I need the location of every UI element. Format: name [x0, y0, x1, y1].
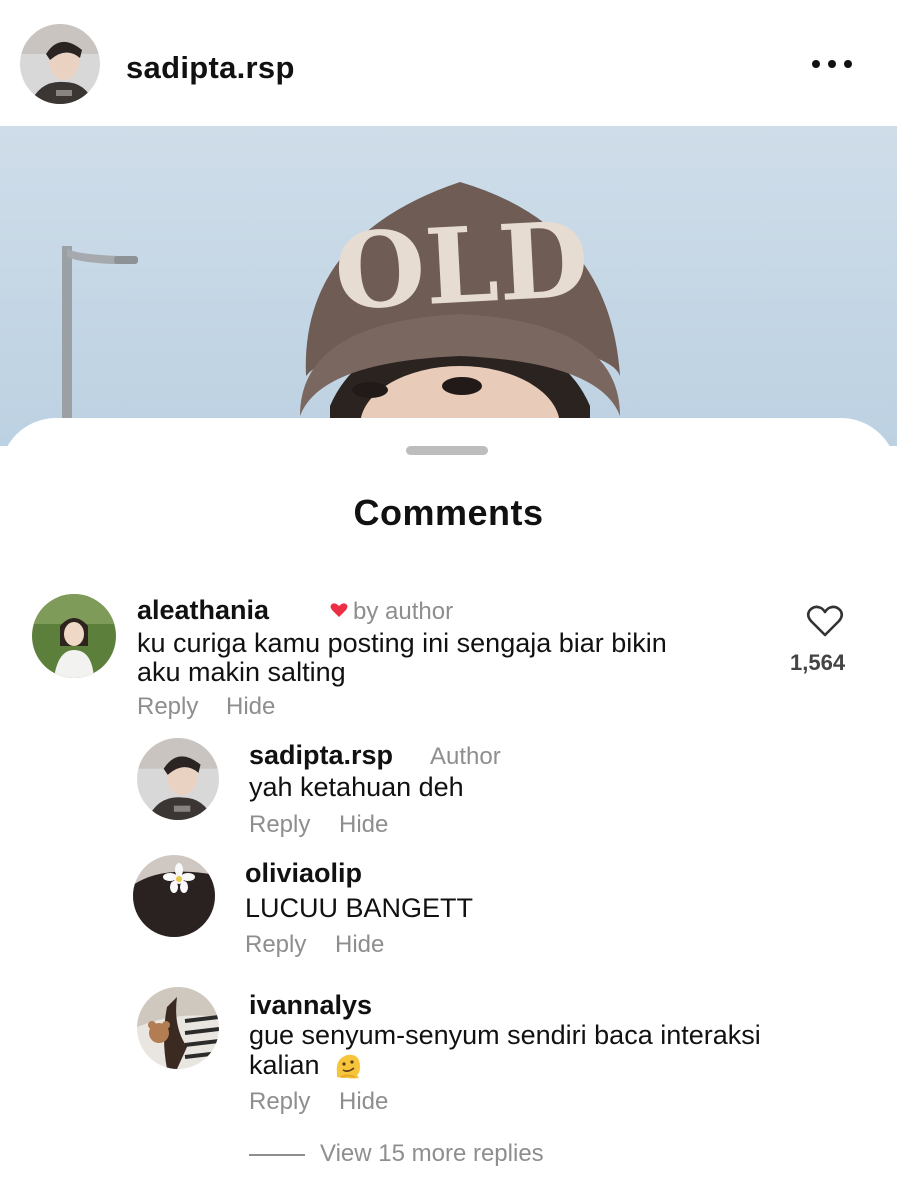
- hide-button[interactable]: Hide: [335, 931, 384, 959]
- comment-text-line-1: ku curiga kamu posting ini sengaja biar …: [137, 628, 667, 658]
- reply-avatar-author[interactable]: [137, 738, 219, 820]
- reply-username[interactable]: sadipta.rsp: [249, 740, 393, 771]
- reply-text-line-1: gue senyum-senyum sendiri baca interaksi: [249, 1020, 761, 1050]
- comment-text-line-2: aku makin salting: [137, 657, 346, 687]
- reply-button[interactable]: Reply: [249, 811, 310, 839]
- more-options-icon[interactable]: [808, 54, 856, 74]
- liked-by-author-label: by author: [353, 598, 454, 625]
- post-header: sadipta.rsp: [0, 0, 897, 126]
- like-count: 1,564: [790, 650, 846, 675]
- hide-button[interactable]: Hide: [339, 1088, 388, 1116]
- sheet-title: Comments: [353, 492, 544, 533]
- reply-avatar-ivannalys[interactable]: [137, 987, 219, 1069]
- reply-button[interactable]: Reply: [245, 931, 306, 959]
- reply-text: LUCUU BANGETT: [245, 893, 474, 923]
- reply-button[interactable]: Reply: [249, 1088, 310, 1116]
- post-photo: OLD: [0, 126, 897, 446]
- author-avatar[interactable]: [20, 24, 100, 104]
- reply-text: yah ketahuan deh: [249, 772, 464, 802]
- view-more-replies-button[interactable]: View 15 more replies: [320, 1140, 544, 1168]
- comment-username[interactable]: aleathania: [137, 595, 269, 626]
- reply-avatar-oliviaolip[interactable]: [133, 855, 215, 937]
- hide-button[interactable]: Hide: [339, 811, 388, 839]
- like-heart-icon[interactable]: [806, 604, 844, 638]
- heart-filled-icon: [330, 603, 348, 617]
- reply-text-line-2: kalian: [249, 1050, 320, 1080]
- commenter-avatar[interactable]: [32, 594, 116, 678]
- view-more-divider: [249, 1154, 305, 1156]
- reply-username[interactable]: oliviaolip: [245, 858, 362, 889]
- hide-button[interactable]: Hide: [226, 693, 275, 721]
- reply-button[interactable]: Reply: [137, 693, 198, 721]
- melting-face-emoji-icon: [336, 1054, 360, 1079]
- comments-sheet: Comments aleathania by author ku curiga …: [0, 418, 897, 1200]
- author-badge: Author: [430, 743, 501, 770]
- drag-handle[interactable]: [406, 446, 488, 455]
- author-username[interactable]: sadipta.rsp: [126, 50, 295, 86]
- reply-username[interactable]: ivannalys: [249, 990, 372, 1021]
- svg-text:OLD: OLD: [331, 197, 591, 333]
